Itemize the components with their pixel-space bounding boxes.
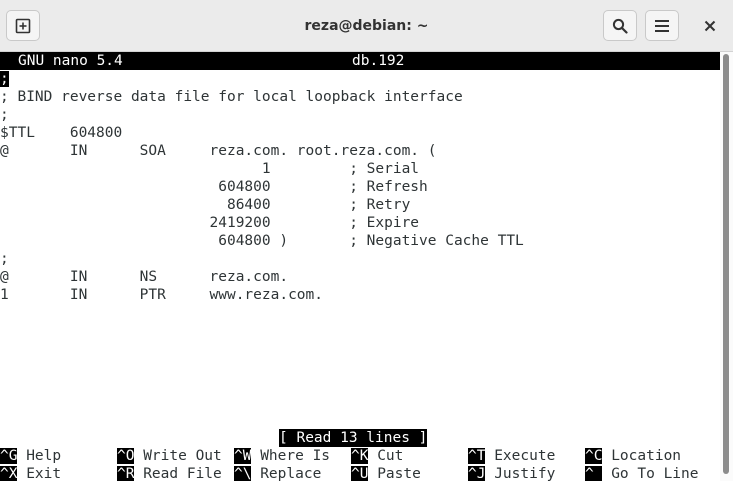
shortcut-write-out[interactable]: ^O Write Out xyxy=(117,447,222,465)
editor-line-6[interactable]: 1 ; Serial xyxy=(0,160,419,178)
scrollbar-thumb[interactable] xyxy=(723,54,729,474)
shortcut-go-to-line[interactable]: ^_ Go To Line xyxy=(585,465,699,481)
shortcut-cut[interactable]: ^K Cut xyxy=(351,447,403,465)
shortcut-label: Go To Line xyxy=(602,466,699,481)
editor-line-12[interactable]: @ IN NS reza.com. xyxy=(0,268,288,286)
editor-line-8[interactable]: 86400 ; Retry xyxy=(0,196,410,214)
shortcut-execute[interactable]: ^T Execute xyxy=(468,447,555,465)
shortcut-help[interactable]: ^G Help xyxy=(0,447,61,465)
shortcut-label: Read File xyxy=(134,466,222,481)
terminal-area[interactable]: GNU nano 5.4 db.192 ; ; BIND reverse dat… xyxy=(0,52,720,481)
shortcut-read-file[interactable]: ^R Read File xyxy=(117,465,222,481)
shortcut-location[interactable]: ^C Location xyxy=(585,447,681,465)
shortcut-key: ^O xyxy=(117,448,135,464)
terminal-scrollbar[interactable] xyxy=(720,52,733,481)
nano-header-bar: GNU nano 5.4 db.192 xyxy=(0,52,720,70)
editor-line-2[interactable]: ; BIND reverse data file for local loopb… xyxy=(0,88,463,106)
editor-line-9[interactable]: 2419200 ; Expire xyxy=(0,214,420,232)
shortcut-key: ^K xyxy=(351,448,369,464)
editor-line-11[interactable]: ; xyxy=(0,250,9,268)
shortcut-label: Execute xyxy=(485,448,556,464)
nano-version: GNU nano 5.4 xyxy=(18,53,123,69)
shortcut-key: ^W xyxy=(234,448,252,464)
editor-line-1[interactable]: ; xyxy=(0,70,9,88)
editor-line-7[interactable]: 604800 ; Refresh xyxy=(0,178,428,196)
shortcut-exit[interactable]: ^X Exit xyxy=(0,465,61,481)
shortcut-key: ^\ xyxy=(234,466,252,481)
close-button[interactable] xyxy=(693,10,727,41)
shortcut-label: Cut xyxy=(368,448,404,464)
new-tab-button[interactable] xyxy=(6,10,40,41)
shortcut-label: Replace xyxy=(251,466,322,481)
editor-line-3[interactable]: ; xyxy=(0,106,9,124)
shortcut-key: ^C xyxy=(585,448,603,464)
status-message: [ Read 13 lines ] xyxy=(279,429,428,447)
shortcut-key: ^X xyxy=(0,466,18,481)
shortcut-key: ^R xyxy=(117,466,135,481)
search-icon xyxy=(612,18,628,34)
shortcut-key: ^J xyxy=(468,466,486,481)
editor-line-5[interactable]: @ IN SOA reza.com. root.reza.com. ( xyxy=(0,142,437,160)
shortcut-key: ^_ xyxy=(585,466,603,481)
shortcut-label: Location xyxy=(602,448,682,464)
menu-button[interactable] xyxy=(645,10,679,41)
shortcut-label: Help xyxy=(17,448,62,464)
close-icon xyxy=(704,20,716,31)
hamburger-menu-icon xyxy=(655,19,669,32)
window-titlebar: reza@debian: ~ xyxy=(0,0,733,52)
shortcut-paste[interactable]: ^U Paste xyxy=(351,465,421,481)
editor-line-13[interactable]: 1 IN PTR www.reza.com. xyxy=(0,286,323,304)
shortcut-key: ^T xyxy=(468,448,486,464)
new-tab-icon xyxy=(15,18,31,33)
shortcut-justify[interactable]: ^J Justify xyxy=(468,465,555,481)
editor-line-4[interactable]: $TTL 604800 xyxy=(0,124,122,142)
shortcut-label: Exit xyxy=(17,466,62,481)
search-button[interactable] xyxy=(603,10,637,41)
shortcut-label: Justify xyxy=(485,466,556,481)
text-cursor: ; xyxy=(0,71,9,87)
shortcut-key: ^U xyxy=(351,466,369,481)
editor-line-10[interactable]: 604800 ) ; Negative Cache TTL xyxy=(0,232,524,250)
shortcut-label: Write Out xyxy=(134,448,222,464)
shortcut-label: Paste xyxy=(368,466,421,481)
shortcut-where-is[interactable]: ^W Where Is xyxy=(234,447,330,465)
shortcut-key: ^G xyxy=(0,448,18,464)
nano-filename: db.192 xyxy=(352,53,405,69)
shortcut-replace[interactable]: ^\ Replace xyxy=(234,465,321,481)
shortcut-label: Where Is xyxy=(251,448,331,464)
